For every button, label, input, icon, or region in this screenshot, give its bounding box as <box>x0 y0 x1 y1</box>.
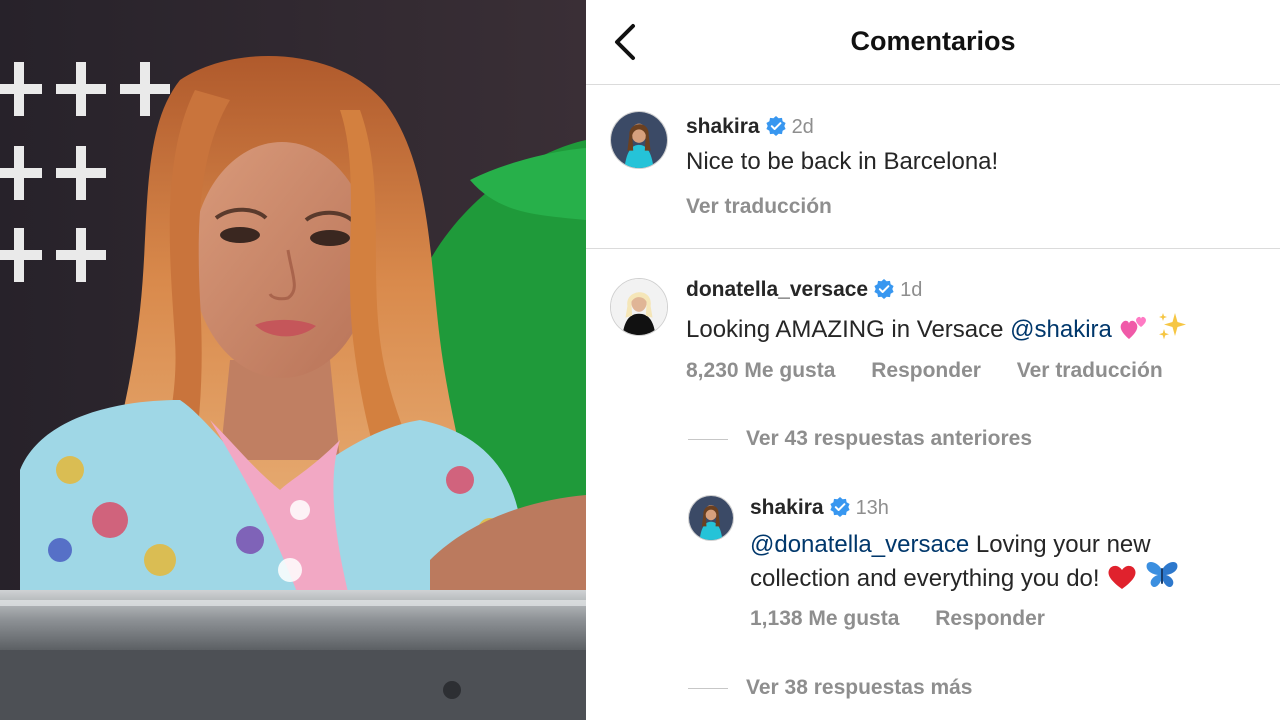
divider <box>688 438 728 440</box>
timestamp: 1d <box>900 279 923 301</box>
shakira-avatar-image <box>689 496 733 540</box>
two-hearts-icon <box>1120 316 1146 339</box>
butterfly-icon <box>1146 562 1178 588</box>
reply-button[interactable]: Responder <box>871 359 981 382</box>
sparkles-icon <box>1159 313 1187 340</box>
username[interactable]: shakira <box>686 115 760 138</box>
divider <box>688 687 728 689</box>
post-caption: shakira 2d Nice to be back in Barcelona! … <box>586 85 1280 249</box>
verified-badge-icon <box>765 116 786 136</box>
red-heart-icon <box>1108 565 1136 589</box>
comments-header: Comentarios <box>586 0 1280 85</box>
avatar[interactable] <box>610 111 668 169</box>
view-more-replies-label: Ver 38 respuestas más <box>746 676 973 699</box>
likes-count[interactable]: 1,138 Me gusta <box>750 607 899 630</box>
view-previous-replies[interactable]: Ver 43 respuestas anteriores <box>688 424 1032 454</box>
page-title: Comentarios <box>850 26 1016 56</box>
donatella-avatar-image <box>611 279 667 335</box>
view-previous-replies-label: Ver 43 respuestas anteriores <box>746 427 1033 450</box>
translate-link[interactable]: Ver traducción <box>686 195 832 218</box>
comment-text: Looking AMAZING in Versace @shakira <box>686 311 1189 345</box>
mention-link[interactable]: @donatella_versace <box>750 531 969 558</box>
reply-text-line-1: @donatella_versace Loving your new <box>750 530 1151 560</box>
username[interactable]: donatella_versace <box>686 278 868 301</box>
reply-text-body: collection and everything you do! <box>750 565 1100 592</box>
reply-text-line-2: collection and everything you do! <box>750 560 1179 594</box>
view-more-replies[interactable]: Ver 38 respuestas más <box>688 673 973 703</box>
caption-text: Nice to be back in Barcelona! <box>686 148 999 175</box>
timestamp: 2d <box>791 116 814 138</box>
reply-text-body: Loving your new <box>969 531 1151 558</box>
verified-badge-icon <box>829 497 850 517</box>
post-photo <box>0 0 586 720</box>
avatar[interactable] <box>610 278 668 336</box>
comment-text-body: Looking AMAZING in Versace <box>686 316 1011 343</box>
mention-link[interactable]: @shakira <box>1010 316 1112 343</box>
likes-count[interactable]: 8,230 Me gusta <box>686 359 835 382</box>
comments-panel: Comentarios shakira 2d Nice to be back in… <box>586 0 1280 720</box>
shakira-avatar-image <box>611 112 667 168</box>
username[interactable]: shakira <box>750 496 824 519</box>
timestamp: 13h <box>855 497 889 519</box>
woman-portrait-image <box>0 0 586 720</box>
avatar[interactable] <box>688 495 734 541</box>
verified-badge-icon <box>874 279 894 299</box>
translate-link[interactable]: Ver traducción <box>1017 359 1163 382</box>
reply-button[interactable]: Responder <box>935 607 1045 630</box>
